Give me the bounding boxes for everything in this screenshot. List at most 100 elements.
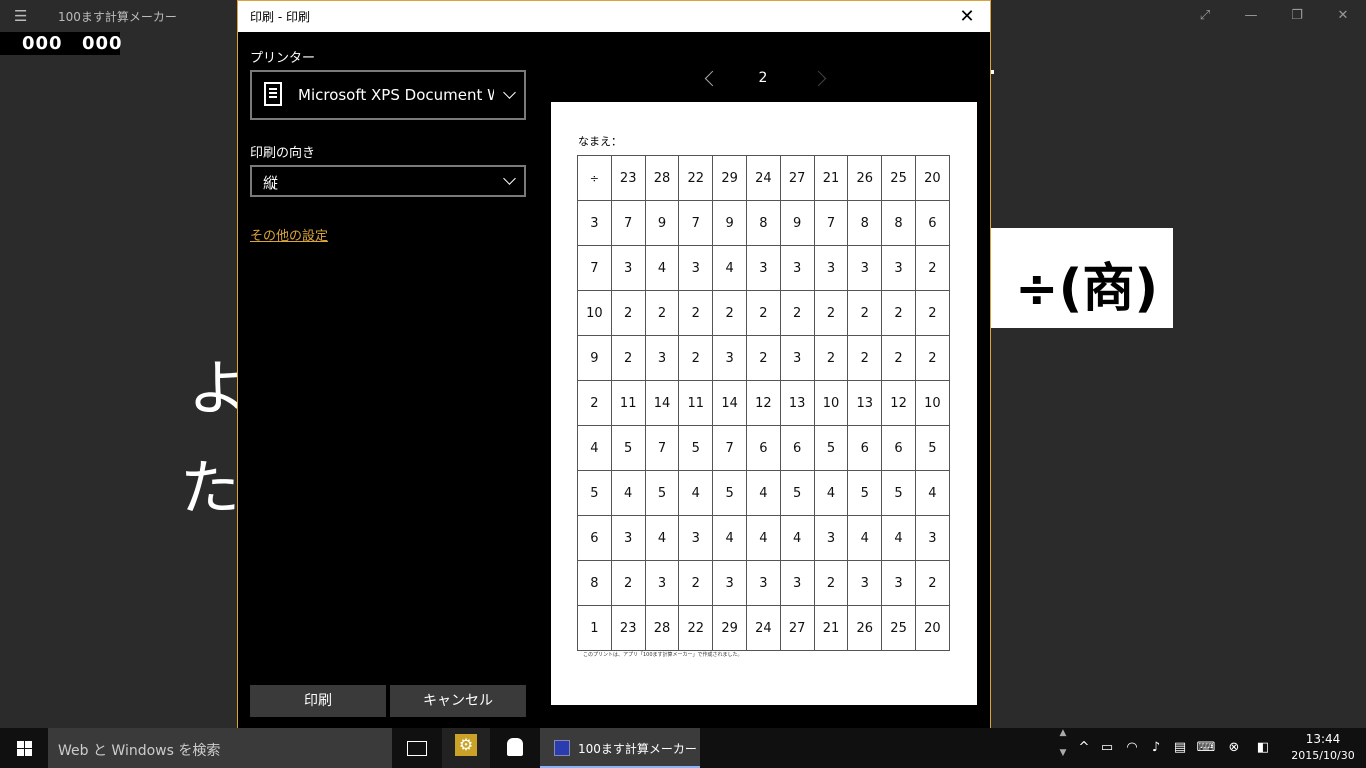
grid-cell: 4 [644,245,680,291]
grid-cell: 3 [847,245,883,291]
grid-cell: 4 [610,470,646,516]
grid-cell: 6 [779,425,815,471]
grid-row-head-cell: 9 [577,335,612,381]
grid-cell: 14 [712,380,747,426]
grid-cell: 3 [644,560,680,606]
restore-button[interactable]: ❐ [1274,4,1320,28]
grid-row: 82323332332 [577,560,950,606]
orientation-value: 縦 [263,174,279,192]
minimize-button[interactable]: — [1228,4,1274,28]
grid-cell: 4 [813,470,849,516]
taskbar-app-100masu[interactable]: 100ます計算メーカー [540,728,700,768]
grid-row-head-cell: 2 [577,380,612,426]
grid-cell: 14 [644,380,680,426]
volume-icon[interactable]: ♪ [1146,738,1166,758]
notification-icon[interactable]: ◧ [1253,738,1273,758]
grid-row: 37979897886 [577,200,950,246]
grid-row-head-cell: 4 [577,425,612,471]
battery-icon[interactable]: ▭ [1097,738,1117,758]
grid-cell: 3 [779,335,815,381]
grid-row: 10 2 2 2 2 2 2 2 2 2 2 [577,290,950,336]
printer-select[interactable]: Microsoft XPS Document Writer [250,70,526,120]
close-app-button[interactable]: ✕ [1320,4,1366,28]
grid-cell: 10 [914,380,950,426]
grid-row: 92323232222 [577,335,950,381]
hamburger-menu-icon[interactable]: ☰ [14,8,32,24]
grid-cell: 2 [914,245,950,291]
operation-card[interactable]: ÷(商) [991,228,1173,328]
grid-cell: 28 [644,605,680,651]
grid-header-row: ÷ 23 28 22 29 24 27 21 26 25 20 [577,155,950,201]
next-page-icon[interactable] [813,69,833,89]
grid-cell: 11 [610,380,646,426]
cancel-button[interactable]: キャンセル [390,685,526,717]
grid-cell: 5 [813,425,849,471]
grid-row: 54545454554 [577,470,950,516]
grid-cell: 3 [712,560,747,606]
grid-cell: 2 [813,290,849,336]
grid-cell: 2 [745,335,781,381]
people-icon[interactable] [491,728,539,768]
grid-row-head-cell: 7 [577,245,612,291]
previous-page-icon[interactable] [701,69,721,89]
grid-cell: 5 [881,470,916,516]
grid-header-cell: 27 [779,155,815,201]
grid-header-cell: 28 [644,155,680,201]
grid-cell: 2 [914,290,950,336]
grid-cell: 5 [712,470,747,516]
keyboard-icon[interactable]: ⌨ [1196,738,1216,758]
task-view-icon[interactable] [392,728,440,768]
grid-cell: 13 [779,380,815,426]
more-settings-link[interactable]: その他の設定 [250,225,328,244]
clock-time[interactable]: 13:44 [1298,732,1348,746]
grid-cell: 3 [712,335,747,381]
tray-scroll-arrows[interactable]: ▲ ▼ [1056,728,1070,768]
grid-cell: 5 [644,470,680,516]
search-box[interactable]: Web と Windows を検索 [48,728,392,768]
grid-cell: 3 [847,560,883,606]
grid-cell: 8 [881,200,916,246]
grid-header-cell: 23 [610,155,646,201]
calculation-grid: ÷ 23 28 22 29 24 27 21 26 25 20 3 7 9 7 9 8 9 7 8 8 6 7 3 4 3 4 3 3 3… [577,155,950,651]
grid-cell: 10 [813,380,849,426]
grid-header-cell: 20 [914,155,950,201]
grid-cell: 2 [678,560,714,606]
grid-cell: 4 [644,515,680,561]
grid-cell: 5 [914,425,950,471]
app-title: 100ます計算メーカー [58,10,177,24]
background-text-2: た [180,454,240,524]
windows-start-icon[interactable] [0,728,48,768]
grid-header-cell: 29 [712,155,747,201]
grid-header-cell: 25 [881,155,916,201]
show-hidden-icons-chevron-icon[interactable]: ^ [1074,738,1094,758]
grid-cell: 12 [745,380,781,426]
chevron-down-icon [503,86,516,99]
grid-cell: 13 [847,380,883,426]
grid-cell: 2 [881,335,916,381]
fullscreen-icon[interactable]: ⤢ [1182,4,1228,28]
grid-cell: 29 [712,605,747,651]
grid-cell: 4 [712,245,747,291]
grid-cell: 3 [678,245,714,291]
grid-row-head-cell: 1 [577,605,612,651]
grid-cell: 24 [745,605,781,651]
grid-row-head-cell: 8 [577,560,612,606]
wifi-icon[interactable]: ◠ [1122,738,1142,758]
print-button[interactable]: 印刷 [250,685,386,717]
orientation-select[interactable]: 縦 [250,165,526,197]
action-center-icon[interactable]: ▤ [1170,738,1190,758]
grid-cell: 9 [779,200,815,246]
grid-cell: 2 [881,290,916,336]
ime-off-icon[interactable]: ⊗ [1224,738,1244,758]
grid-cell: 3 [779,560,815,606]
grid-cell: 26 [847,605,883,651]
dialog-close-icon[interactable]: ✕ [944,1,990,32]
grid-operator-cell: ÷ [577,155,612,201]
settings-gear-icon[interactable] [442,728,490,768]
clock-date[interactable]: 2015/10/30 [1288,749,1358,762]
grid-cell: 3 [745,560,781,606]
grid-cell: 9 [644,200,680,246]
printer-label: プリンター [250,51,316,66]
app-icon [554,740,570,756]
grid-cell: 4 [745,515,781,561]
